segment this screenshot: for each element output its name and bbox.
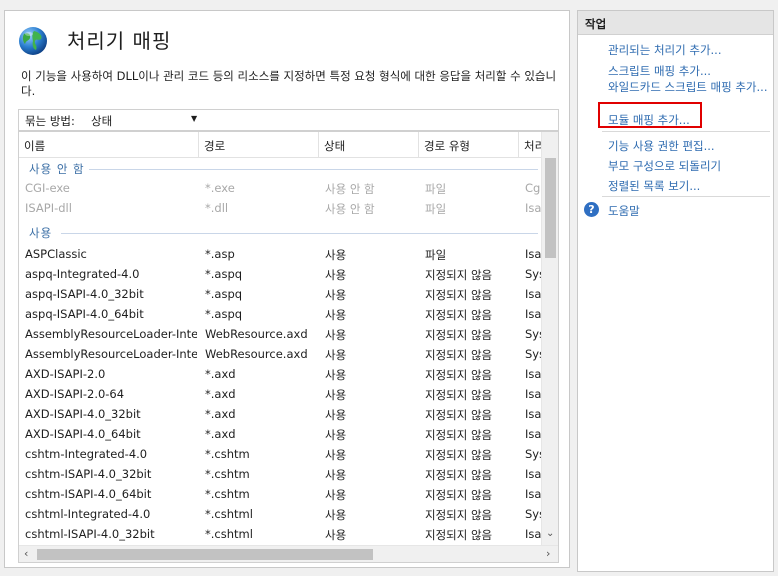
table-row[interactable]: aspq-ISAPI-4.0_32bit *.aspq 사용 지정되지 않음 I…	[19, 284, 542, 304]
scroll-down-icon[interactable]: ⌄	[546, 528, 554, 539]
group-header-disabled[interactable]: 사용 안 함	[19, 158, 542, 178]
add-module-mapping-link[interactable]: 모듈 매핑 추가...	[608, 112, 768, 128]
horizontal-scroll-thumb[interactable]	[37, 549, 373, 560]
globe-icon	[19, 27, 47, 55]
table-row[interactable]: AXD-ISAPI-4.0_64bit *.axd 사용 지정되지 않음 Isa…	[19, 424, 542, 444]
table-row[interactable]: cshtml-Integrated-4.0 *.cshtml 사용 지정되지 않…	[19, 504, 542, 524]
add-managed-handler-link[interactable]: 관리되는 처리기 추가...	[608, 42, 768, 58]
column-header-handler[interactable]: 처리	[519, 132, 542, 158]
actions-header: 작업	[578, 11, 773, 35]
table-row[interactable]: ISAPI-dll *.dll 사용 안 함 파일 Isap	[19, 198, 542, 218]
edit-feature-permissions-link[interactable]: 기능 사용 권한 편집...	[608, 138, 768, 154]
column-header-path-type[interactable]: 경로 유형	[419, 132, 519, 158]
vertical-scrollbar[interactable]: ⌄	[541, 132, 558, 546]
page-description: 이 기능을 사용하여 DLL이나 관리 코드 등의 리소스를 지정하면 특정 요…	[21, 69, 557, 98]
table-row[interactable]: AXD-ISAPI-2.0 *.axd 사용 지정되지 않음 Isap	[19, 364, 542, 384]
add-wildcard-script-map-link[interactable]: 와일드카드 스크립트 매핑 추가...	[608, 81, 768, 103]
table-row[interactable]: CGI-exe *.exe 사용 안 함 파일 Cgi	[19, 178, 542, 198]
table-row[interactable]: AXD-ISAPI-4.0_32bit *.axd 사용 지정되지 않음 Isa…	[19, 404, 542, 424]
table-row[interactable]: AXD-ISAPI-2.0-64 *.axd 사용 지정되지 않음 Isap	[19, 384, 542, 404]
help-icon[interactable]: ?	[584, 202, 599, 217]
actions-pane: 작업 관리되는 처리기 추가... 스크립트 매핑 추가... 와일드카드 스크…	[577, 10, 774, 572]
actions-separator	[602, 196, 770, 197]
group-by-select[interactable]: 상태	[91, 113, 112, 129]
main-panel: 처리기 매핑 이 기능을 사용하여 DLL이나 관리 코드 등의 리소스를 지정…	[4, 10, 570, 568]
horizontal-scrollbar[interactable]: ‹ ›	[19, 545, 558, 562]
vertical-scroll-thumb[interactable]	[545, 158, 556, 258]
table-row[interactable]: cshtm-ISAPI-4.0_32bit *.cshtm 사용 지정되지 않음…	[19, 464, 542, 484]
column-header-name[interactable]: 이름 ^	[19, 132, 199, 158]
column-header-path[interactable]: 경로	[199, 132, 319, 158]
group-header-enabled[interactable]: 사용	[19, 222, 542, 242]
group-by-label: 묶는 방법:	[25, 114, 75, 128]
table-row[interactable]: aspq-Integrated-4.0 *.aspq 사용 지정되지 않음 Sy…	[19, 264, 542, 284]
help-link[interactable]: 도움말	[608, 203, 768, 219]
actions-separator	[602, 131, 770, 132]
scroll-right-icon[interactable]: ›	[546, 547, 550, 560]
handler-mappings-grid: 이름 ^ 경로 상태 경로 유형 처리 사용 안 함 CGI-exe *.exe…	[18, 131, 559, 563]
add-script-map-link[interactable]: 스크립트 매핑 추가...	[608, 63, 768, 79]
column-header-state[interactable]: 상태	[319, 132, 419, 158]
table-row[interactable]: aspq-ISAPI-4.0_64bit *.aspq 사용 지정되지 않음 I…	[19, 304, 542, 324]
table-row[interactable]: AssemblyResourceLoader-Inte... WebResour…	[19, 344, 542, 364]
table-row[interactable]: AssemblyResourceLoader-Inte... WebResour…	[19, 324, 542, 344]
dropdown-arrow-icon[interactable]: ▼	[191, 114, 197, 123]
grid-header: 이름 ^ 경로 상태 경로 유형 처리	[19, 132, 542, 158]
revert-to-parent-link[interactable]: 부모 구성으로 되돌리기	[608, 158, 768, 174]
group-by-bar: 묶는 방법: 상태 ▼	[18, 109, 559, 131]
table-row[interactable]: cshtml-ISAPI-4.0_32bit *.cshtml 사용 지정되지 …	[19, 524, 542, 544]
table-row[interactable]: cshtm-ISAPI-4.0_64bit *.cshtm 사용 지정되지 않음…	[19, 484, 542, 504]
page-title: 처리기 매핑	[67, 29, 172, 53]
table-row[interactable]: ASPClassic *.asp 사용 파일 Isap	[19, 244, 542, 264]
view-ordered-list-link[interactable]: 정렬된 목록 보기...	[608, 178, 768, 194]
sort-ascending-icon: ^	[105, 132, 113, 139]
table-row[interactable]: cshtm-Integrated-4.0 *.cshtm 사용 지정되지 않음 …	[19, 444, 542, 464]
scroll-left-icon[interactable]: ‹	[24, 547, 28, 560]
